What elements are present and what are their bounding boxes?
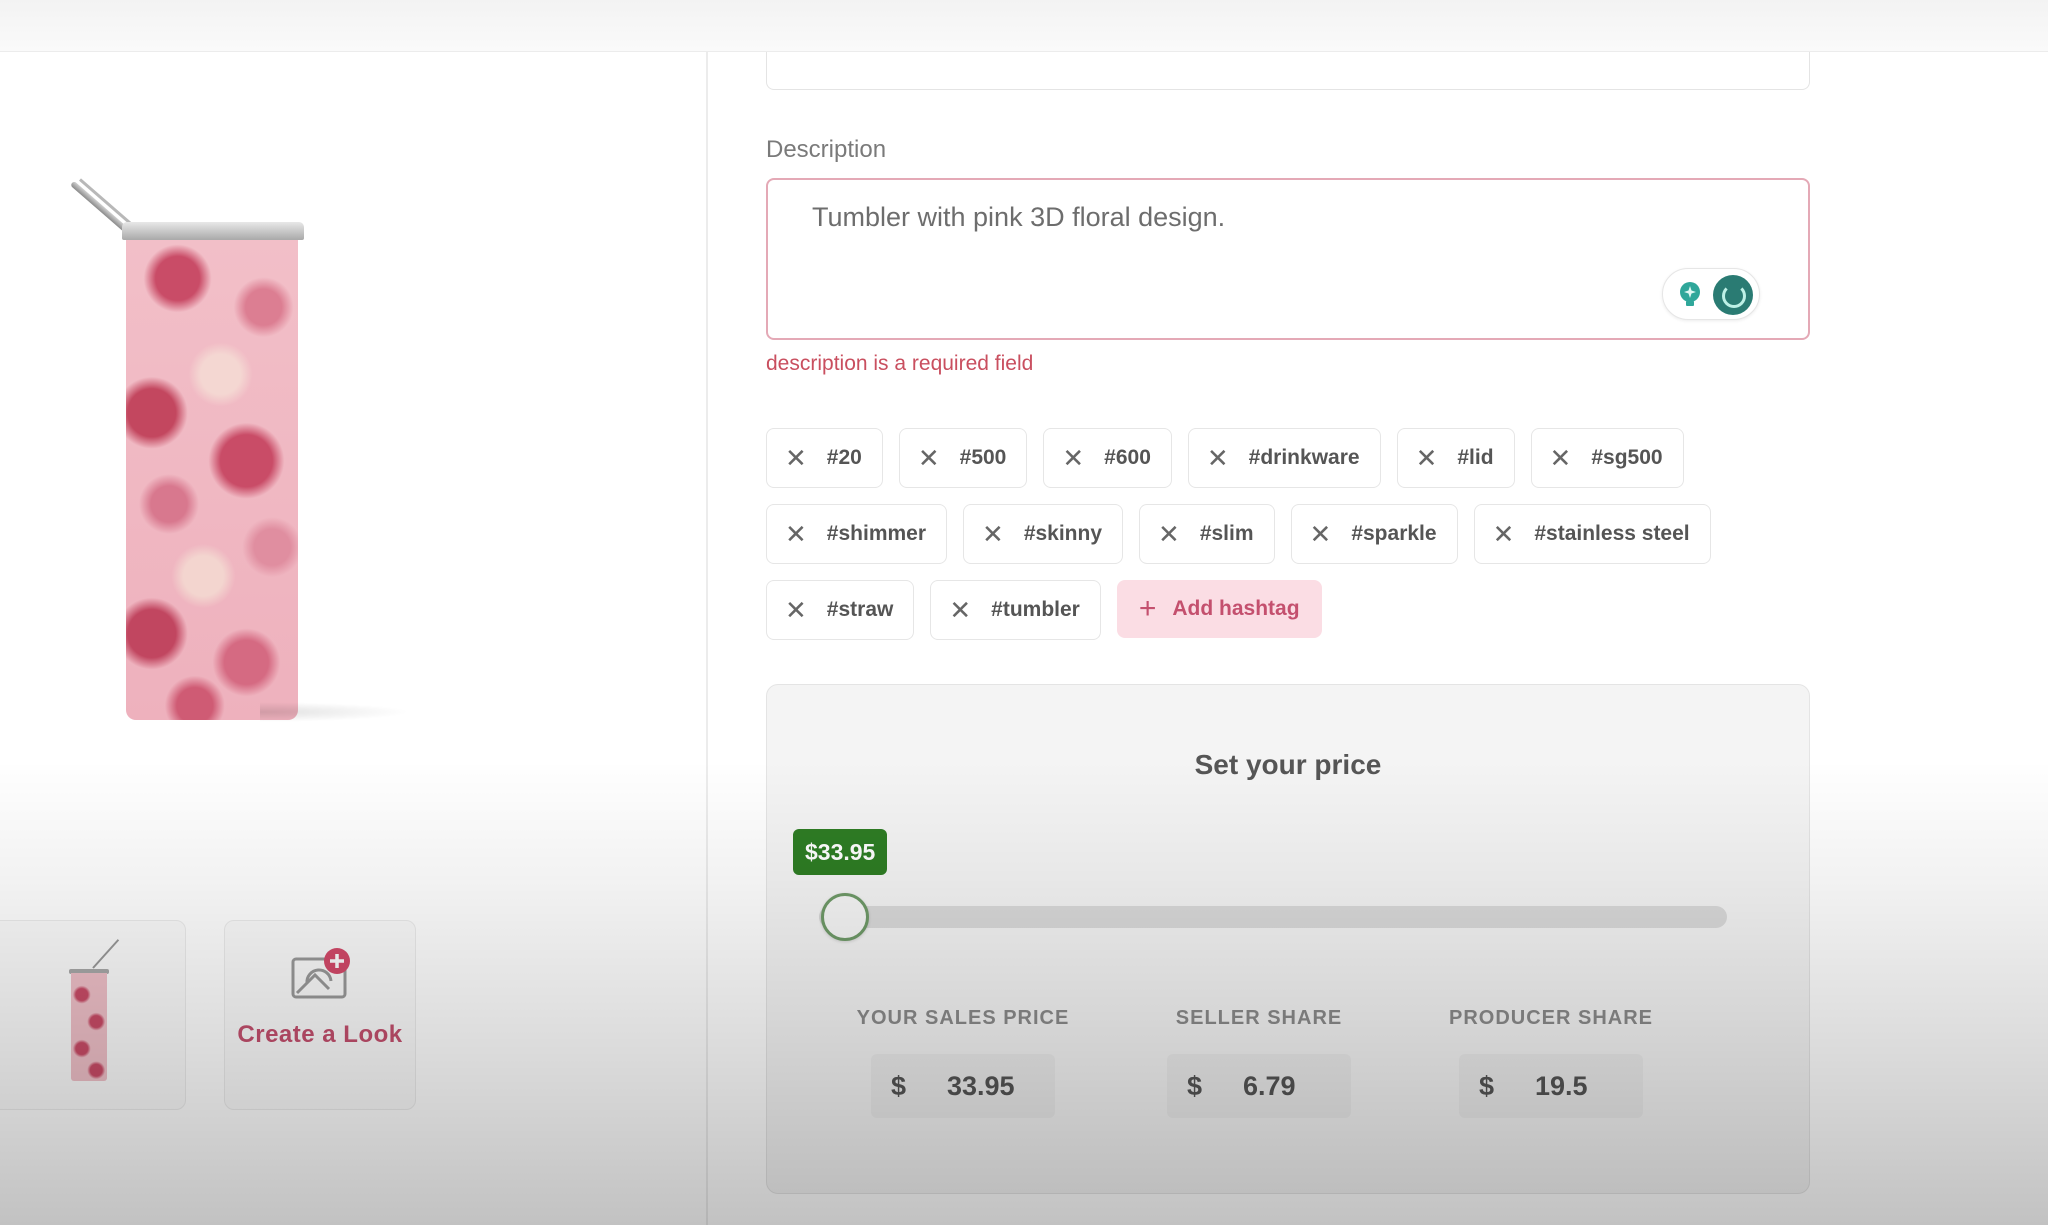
product-form-panel: Description Tumbler with pink 3D floral … [710, 40, 2048, 1225]
producer-share-field: $19.5 [1459, 1054, 1643, 1118]
close-x-icon[interactable]: ✕ [949, 597, 971, 623]
tumbler-shadow [260, 702, 410, 722]
close-x-icon[interactable]: ✕ [982, 521, 1004, 547]
add-hashtag-button[interactable]: + Add hashtag [1116, 580, 1322, 638]
create-look-button[interactable]: Create a Look [224, 920, 416, 1110]
sales-price-input[interactable]: $33.95 [871, 1054, 1055, 1118]
tumbler-lid [122, 222, 304, 240]
currency-symbol: $ [1479, 1070, 1495, 1101]
add-hashtag-label: Add hashtag [1172, 597, 1300, 620]
product-image [30, 92, 410, 732]
hashtag-chip[interactable]: ✕ #straw [766, 580, 915, 640]
producer-share-label: PRODUCER SHARE [1448, 1007, 1654, 1029]
producer-share-column: PRODUCER SHARE $19.5 [1421, 1007, 1681, 1118]
hashtag-chip[interactable]: ✕ #tumbler [930, 580, 1101, 640]
description-value[interactable]: Tumbler with pink 3D floral design. [812, 202, 1225, 233]
price-slider-value: $33.95 [793, 829, 888, 875]
description-error: description is a required field [766, 352, 1034, 375]
price-slider-handle[interactable] [821, 893, 869, 941]
tumbler-body [126, 240, 298, 720]
close-x-icon[interactable]: ✕ [1310, 521, 1332, 547]
set-price-card: Set your price $33.95 YOUR SALES PRICE $… [766, 684, 1810, 1194]
product-thumbnail[interactable] [0, 920, 186, 1110]
hashtag-label: #shimmer [826, 522, 927, 545]
hashtag-row: ✕ #straw ✕ #tumbler + Add hashtag [766, 580, 1826, 640]
close-x-icon[interactable]: ✕ [1493, 521, 1515, 547]
top-bar [0, 0, 2048, 52]
thumbnail-cup [71, 973, 107, 1081]
sales-price-value: 33.95 [947, 1070, 1015, 1101]
create-look-label: Create a Look [237, 1021, 403, 1048]
add-image-icon [291, 948, 350, 999]
hashtag-label: #drinkware [1248, 446, 1360, 469]
hashtag-chip[interactable]: ✕ #lid [1396, 428, 1515, 488]
close-x-icon[interactable]: ✕ [1062, 445, 1084, 471]
hashtag-label: #20 [826, 446, 862, 469]
close-x-icon[interactable]: ✕ [1550, 445, 1572, 471]
hashtag-label: #500 [959, 446, 1007, 469]
description-label: Description [766, 136, 887, 163]
sales-price-label: YOUR SALES PRICE [856, 1007, 1070, 1029]
sales-price-column: YOUR SALES PRICE $33.95 [833, 1007, 1093, 1118]
close-x-icon[interactable]: ✕ [1207, 445, 1229, 471]
hashtag-chip[interactable]: ✕ #20 [766, 428, 883, 488]
ai-assist-toolbar [1662, 268, 1760, 320]
hashtag-label: #slim [1199, 522, 1254, 545]
price-slider-track[interactable] [819, 906, 1727, 928]
loading-spinner-icon[interactable] [1713, 275, 1753, 315]
hashtag-label: #sparkle [1351, 522, 1437, 545]
currency-symbol: $ [1187, 1070, 1203, 1101]
close-x-icon[interactable]: ✕ [785, 597, 807, 623]
hashtag-chip[interactable]: ✕ #500 [898, 428, 1028, 488]
hashtag-list: ✕ #20 ✕ #500 ✕ #600 ✕ #drinkware ✕ #lid ✕ #sg5… [766, 428, 1826, 656]
hashtag-chip[interactable]: ✕ #sparkle [1290, 504, 1458, 564]
hashtag-label: #600 [1104, 446, 1151, 469]
seller-share-field: $6.79 [1167, 1054, 1351, 1118]
set-price-title: Set your price [1194, 749, 1382, 780]
hashtag-label: #lid [1457, 446, 1494, 469]
seller-share-value: 6.79 [1243, 1070, 1296, 1101]
hashtag-label: #tumbler [991, 598, 1080, 621]
hashtag-chip[interactable]: ✕ #skinny [963, 504, 1124, 564]
close-x-icon[interactable]: ✕ [785, 521, 807, 547]
hashtag-chip[interactable]: ✕ #slim [1139, 504, 1275, 564]
description-textarea[interactable]: Tumbler with pink 3D floral design. [766, 178, 1810, 340]
currency-symbol: $ [891, 1070, 907, 1101]
hashtag-row: ✕ #shimmer ✕ #skinny ✕ #slim ✕ #sparkle ✕ #st… [766, 504, 1826, 564]
product-preview-panel: Create a Look [0, 52, 708, 1225]
hashtag-label: #stainless steel [1534, 522, 1690, 545]
hashtag-chip[interactable]: ✕ #stainless steel [1473, 504, 1711, 564]
hashtag-label: #straw [826, 598, 894, 621]
hashtag-chip[interactable]: ✕ #drinkware [1187, 428, 1381, 488]
hashtag-label: #sg500 [1591, 446, 1663, 469]
lightbulb-sparkle-icon[interactable] [1675, 280, 1705, 310]
hashtag-chip[interactable]: ✕ #shimmer [766, 504, 948, 564]
thumbnail-straw [92, 939, 120, 969]
seller-share-label: SELLER SHARE [1175, 1007, 1343, 1029]
hashtag-row: ✕ #20 ✕ #500 ✕ #600 ✕ #drinkware ✕ #lid ✕ #sg5… [766, 428, 1826, 488]
close-x-icon[interactable]: ✕ [918, 445, 940, 471]
close-x-icon[interactable]: ✕ [1158, 521, 1180, 547]
close-x-icon[interactable]: ✕ [785, 445, 807, 471]
producer-share-value: 19.5 [1535, 1070, 1588, 1101]
hashtag-label: #skinny [1023, 522, 1103, 545]
plus-icon: + [1138, 592, 1157, 625]
hashtag-chip[interactable]: ✕ #sg500 [1530, 428, 1684, 488]
close-x-icon[interactable]: ✕ [1416, 445, 1438, 471]
hashtag-chip[interactable]: ✕ #600 [1043, 428, 1172, 488]
seller-share-column: SELLER SHARE $6.79 [1129, 1007, 1389, 1118]
